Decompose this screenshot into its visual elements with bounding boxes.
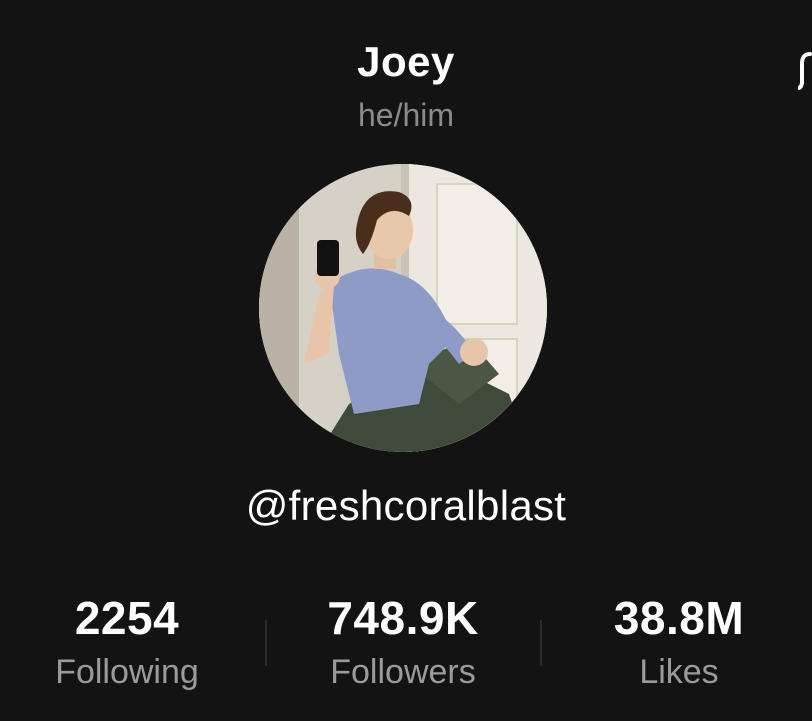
stat-following[interactable]: 2254 Following: [0, 590, 262, 694]
likes-label: Likes: [639, 653, 719, 691]
stat-followers[interactable]: 748.9K Followers: [268, 590, 538, 694]
profile-stats: 2254 Following 748.9K Followers 38.8M Li…: [0, 590, 812, 700]
following-count: 2254: [74, 592, 180, 644]
avatar-photo: [259, 164, 547, 452]
stat-likes[interactable]: 38.8M Likes: [544, 590, 812, 694]
following-label: Following: [55, 653, 199, 691]
followers-label: Followers: [330, 653, 476, 691]
profile-username: @freshcoralblast: [245, 482, 567, 529]
stat-divider: [540, 620, 542, 666]
profile-display-name: Joey: [357, 38, 455, 85]
likes-count: 38.8M: [613, 592, 745, 644]
partial-edge-icon[interactable]: [798, 52, 812, 92]
followers-count: 748.9K: [327, 592, 479, 644]
stat-divider: [265, 620, 267, 666]
profile-pronouns: he/him: [357, 97, 455, 133]
profile-avatar[interactable]: [259, 164, 547, 452]
